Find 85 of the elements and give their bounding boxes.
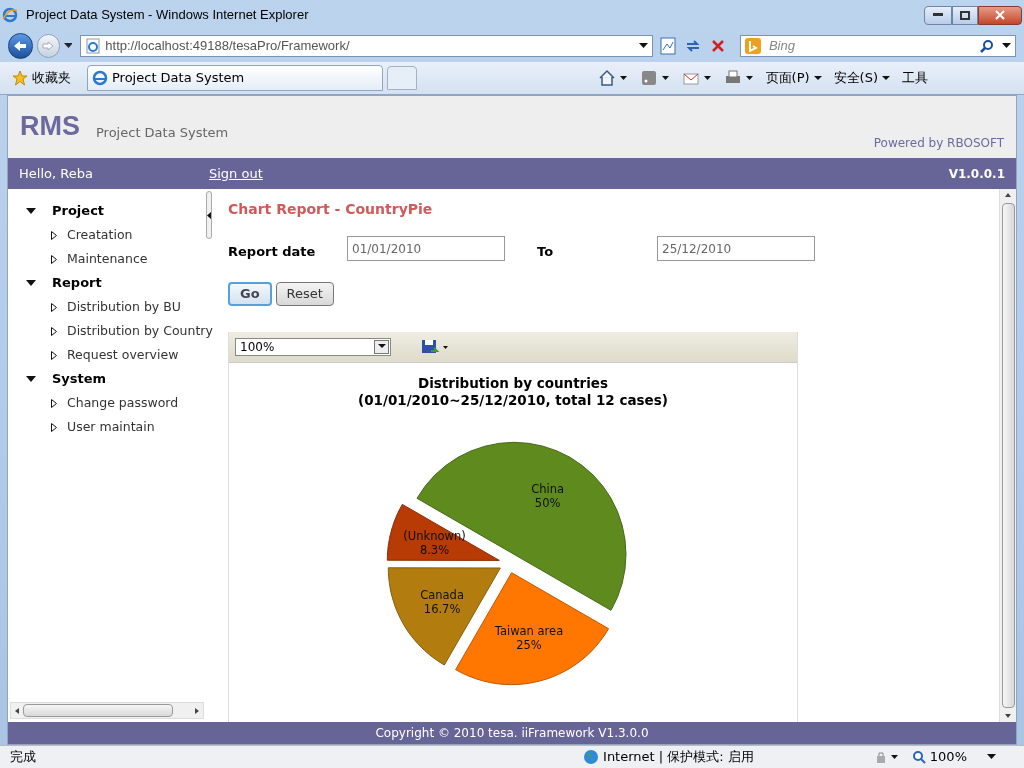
star-icon (12, 70, 28, 86)
vertical-scrollbar[interactable] (999, 189, 1016, 722)
save-icon[interactable] (421, 338, 449, 355)
favorites-button[interactable]: 收藏夹 (8, 66, 75, 90)
compatibility-icon[interactable] (657, 35, 679, 57)
field-label: To (537, 243, 555, 261)
zoom-value: 100% (239, 338, 276, 356)
chart-title: Distribution by countries (01/01/2010~25/12/2010, total 12 cases) (358, 374, 668, 408)
zoom-level: 100% (929, 748, 967, 767)
dropdown-arrow-icon[interactable] (63, 43, 73, 49)
leaf-arrow-icon (51, 302, 57, 312)
expanded-arrow-icon[interactable] (26, 206, 36, 216)
zoom-button[interactable]: 100% (911, 747, 967, 767)
brand-logo: RMS (20, 109, 80, 143)
leaf-arrow-icon (51, 254, 57, 264)
greeting-text: Hello, Reba (19, 164, 94, 183)
command-menu-button[interactable]: 页面(P) (765, 68, 822, 88)
nav-link[interactable]: User maintain (67, 417, 155, 437)
nav-link[interactable]: Maintenance (67, 249, 148, 269)
leaf-arrow-icon (51, 350, 57, 360)
nav-link[interactable]: Request overview (67, 345, 179, 365)
dropdown-arrow-icon[interactable] (639, 43, 649, 49)
command-menu-button[interactable]: 工具 (902, 68, 928, 88)
browser-logo-icon (92, 70, 108, 86)
page-icon (85, 38, 102, 54)
security-zone-text: Internet | 保护模式: 启用 (603, 748, 754, 767)
splitter-handle[interactable] (206, 191, 212, 239)
field-label: Report date (228, 243, 317, 261)
report-title: Chart Report - CountryPie (228, 200, 434, 219)
caret-icon (377, 344, 386, 349)
address-text: http://localhost:49188/tesaPro/Framework/ (105, 37, 350, 56)
browser-tab[interactable]: Project Data System (87, 65, 383, 91)
slice-label: China 50% (531, 481, 565, 510)
nav-link[interactable]: Distribution by Country (67, 321, 213, 341)
expanded-arrow-icon[interactable] (26, 278, 36, 288)
form-button[interactable]: Reset (275, 281, 334, 306)
slice-label: Taiwan area 25% (494, 623, 564, 652)
search-box[interactable]: Bing (739, 35, 1016, 57)
maximize-button[interactable] (952, 5, 978, 25)
browser-logo-icon (2, 7, 18, 23)
version-text: V1.0.0.1 (948, 165, 1005, 183)
zoom-select[interactable]: 100% (235, 337, 391, 356)
close-icon (995, 10, 1005, 20)
nav-link[interactable]: Change password (67, 393, 179, 413)
window-title: Project Data System - Windows Internet Explorer (26, 6, 309, 25)
close-button[interactable] (978, 5, 1022, 25)
nav-link[interactable]: Distribution by BU (67, 297, 181, 317)
site-subtitle: Project Data System (96, 123, 229, 142)
caret-icon (813, 75, 822, 81)
minimize-button[interactable] (924, 5, 952, 25)
leaf-arrow-icon (51, 422, 57, 432)
back-arrow-icon (13, 40, 28, 52)
search-field[interactable]: Bing (768, 36, 969, 56)
command-menu-button[interactable]: 安全(S) (833, 68, 890, 88)
address-bar[interactable]: http://localhost:49188/tesaPro/Framework/ (80, 35, 654, 57)
leaf-arrow-icon (51, 326, 57, 336)
date-field[interactable]: 01/01/2010 (347, 236, 505, 262)
nav-group-label[interactable]: System (52, 369, 107, 389)
status-text: 完成 (10, 748, 36, 767)
nav-group-label[interactable]: Report (52, 273, 102, 293)
dropdown-arrow-icon[interactable] (987, 754, 996, 760)
home-icon[interactable] (597, 69, 628, 87)
minimize-icon (933, 13, 943, 17)
expanded-arrow-icon[interactable] (26, 374, 36, 384)
forward-arrow-icon (42, 41, 55, 51)
slice-label: Canada 16.7% (420, 587, 464, 615)
search-icon[interactable] (980, 39, 994, 53)
horizontal-scrollbar[interactable] (10, 702, 204, 719)
copyright-text: Copyright © 2010 tesa. iiFramework V1.3.0.0 (375, 725, 649, 742)
dropdown-arrow-icon[interactable] (1002, 43, 1011, 49)
maximize-icon (960, 10, 970, 20)
nav-group-label[interactable]: Project (52, 201, 105, 221)
nav-link[interactable]: Creatation (67, 225, 133, 245)
leaf-arrow-icon (51, 230, 57, 240)
globe-icon (583, 749, 600, 765)
powered-by-text: Powered by RBOSOFT (873, 135, 1004, 152)
sign-out-link[interactable]: Sign out (209, 163, 263, 184)
magnifier-icon (911, 750, 926, 764)
caret-icon (882, 75, 890, 81)
favorites-label: 收藏夹 (32, 69, 71, 88)
date-field[interactable]: 25/12/2010 (657, 236, 815, 262)
leaf-arrow-icon (51, 398, 57, 408)
form-button[interactable]: Go (228, 281, 272, 306)
back-button[interactable] (8, 33, 33, 59)
bing-logo-icon (744, 38, 761, 54)
